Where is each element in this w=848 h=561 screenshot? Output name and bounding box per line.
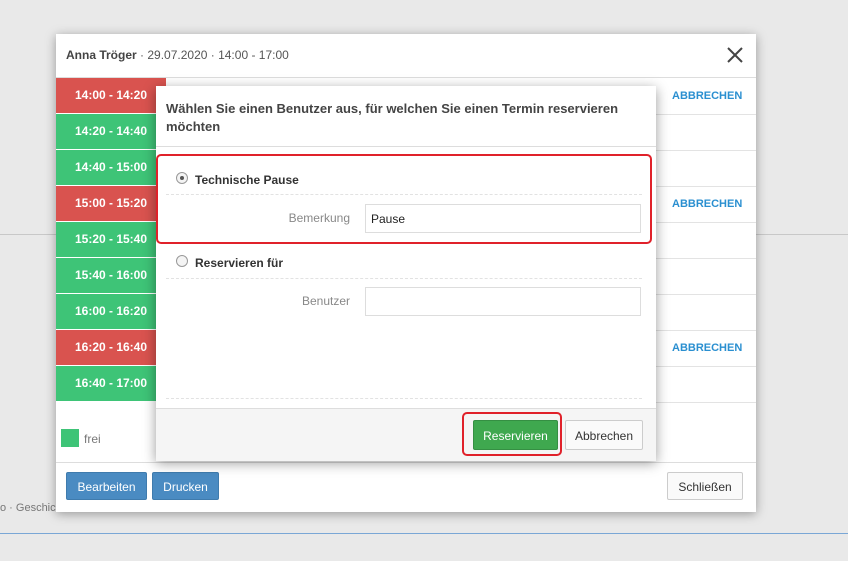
time-slot[interactable]: 14:40 - 15:00 [56,150,166,186]
dialog-footer-divider [56,462,756,463]
dialog-title: Anna Tröger · 29.07.2020 · 14:00 - 17:00 [66,48,289,62]
print-button[interactable]: Drucken [152,472,219,500]
cancel-booking-link[interactable]: ABBRECHEN [672,198,742,210]
edit-button[interactable]: Bearbeiten [66,472,147,500]
modal-header-divider [156,146,656,147]
reserve-for-radio[interactable] [176,255,188,267]
user-input[interactable] [365,287,641,316]
row-divider [656,294,756,295]
remark-label: Bemerkung [288,211,350,225]
legend-free-label: frei [84,432,101,446]
close-button[interactable]: Schließen [667,472,743,500]
dashed-divider [166,398,642,399]
row-divider [656,150,756,151]
time-slot[interactable]: 16:20 - 16:40 [56,330,166,366]
dashed-divider [166,194,642,195]
dialog-title-details: · 29.07.2020 · 14:00 - 17:00 [140,48,289,62]
time-slot[interactable]: 16:00 - 16:20 [56,294,166,330]
modal-title: Wählen Sie einen Benutzer aus, für welch… [166,101,619,134]
legend-free-swatch [61,429,79,447]
close-icon[interactable] [724,44,746,66]
reserve-for-radio-label[interactable]: Reservieren für [195,256,283,270]
time-slot[interactable]: 15:00 - 15:20 [56,186,166,222]
pause-radio-label[interactable]: Technische Pause [195,173,299,187]
remark-input[interactable] [365,204,641,233]
dialog-title-name: Anna Tröger [66,48,137,62]
time-slot[interactable]: 16:40 - 17:00 [56,366,166,402]
modal-footer: Reservieren Abbrechen [156,408,656,461]
background-line-bottom [0,533,848,534]
reserve-button[interactable]: Reservieren [473,420,558,450]
row-divider [656,366,756,367]
row-divider [656,186,756,187]
time-slot[interactable]: 15:40 - 16:00 [56,258,166,294]
row-divider [656,114,756,115]
time-slot[interactable]: 14:20 - 14:40 [56,114,166,150]
reservation-modal: Wählen Sie einen Benutzer aus, für welch… [156,86,656,461]
row-divider [656,258,756,259]
time-slot[interactable]: 14:00 - 14:20 [56,78,166,114]
dashed-divider [166,278,642,279]
cancel-booking-link[interactable]: ABBRECHEN [672,342,742,354]
user-label: Benutzer [301,294,350,308]
modal-cancel-button[interactable]: Abbrechen [565,420,643,450]
pause-radio[interactable] [176,172,188,184]
row-divider [656,330,756,331]
time-slot[interactable]: 15:20 - 15:40 [56,222,166,258]
row-divider [656,222,756,223]
row-divider [656,402,756,403]
cancel-booking-link[interactable]: ABBRECHEN [672,90,742,102]
background-text: o · Geschich [0,502,62,514]
